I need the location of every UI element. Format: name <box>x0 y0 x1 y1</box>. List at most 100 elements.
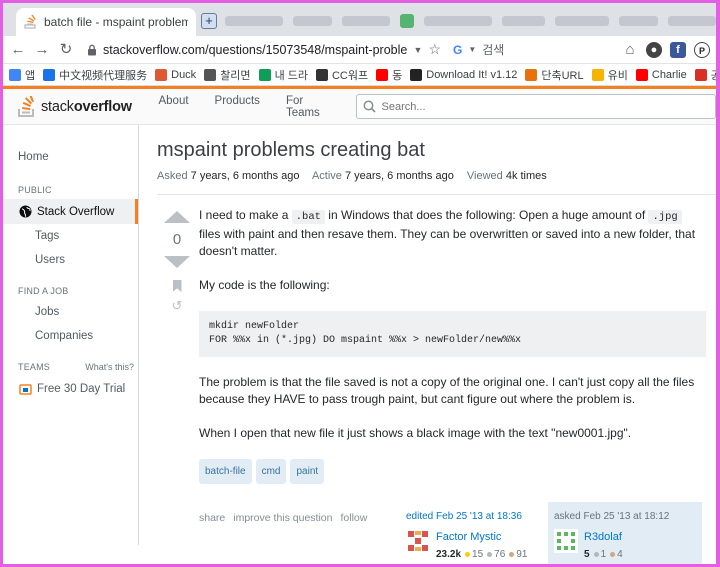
bookmark-label: CC워프 <box>331 69 369 82</box>
bookmark-favicon-icon <box>694 68 707 81</box>
editor-avatar[interactable] <box>406 529 430 553</box>
tab-title: batch file - mspaint problems cre <box>44 15 188 29</box>
address-bar[interactable]: stackoverflow.com/questions/15073548/msp… <box>81 39 447 61</box>
asker-avatar[interactable] <box>554 529 578 553</box>
extension-icons: ⌂ ● f P <box>622 41 710 58</box>
bookmark-label: 공시 <box>711 67 716 83</box>
sidebar-section-public: PUBLIC <box>18 185 52 195</box>
search-input[interactable] <box>381 100 709 113</box>
nav-about[interactable]: About <box>145 95 201 119</box>
question-post: 0 ↺ I need to make a .bat in Windows tha… <box>157 195 716 564</box>
google-icon: G <box>453 42 463 57</box>
bookmark-item[interactable]: 유비 <box>591 67 628 83</box>
history-icon[interactable]: ↺ <box>172 298 183 314</box>
facebook-icon[interactable]: f <box>670 41 686 58</box>
bookmark-item[interactable]: CC워프 <box>315 67 369 83</box>
tag-batch-file[interactable]: batch-file <box>199 459 252 484</box>
bookmark-label: Charlie <box>651 68 687 81</box>
bookmark-favicon-icon <box>258 68 271 81</box>
sidebar-item-companies[interactable]: Companies <box>3 324 138 348</box>
upvote-arrow-icon[interactable] <box>164 211 190 223</box>
briefcase-icon <box>19 384 32 395</box>
bookmark-item[interactable]: 中文视频代理服务 <box>43 67 147 83</box>
bookmark-star-icon[interactable]: ☆ <box>428 41 441 58</box>
tab-strip: batch file - mspaint problems cre + <box>3 3 716 36</box>
top-nav: About Products For Teams <box>145 95 347 119</box>
so-logo[interactable]: stackoverflow <box>9 92 145 122</box>
bookmark-item[interactable]: Duck <box>155 68 196 81</box>
question-title[interactable]: mspaint problems creating bat <box>157 139 716 162</box>
sidebar-item-home[interactable]: Home <box>3 143 138 171</box>
forward-arrow-icon[interactable]: → <box>33 41 51 59</box>
post-tags: batch-file cmd paint <box>199 459 706 484</box>
so-topbar: stackoverflow About Products For Teams <box>3 86 716 125</box>
bookmark-label: 동 <box>392 69 403 82</box>
tab-active[interactable]: batch file - mspaint problems cre <box>16 8 196 36</box>
back-arrow-icon[interactable]: ← <box>9 41 27 59</box>
blurred-tabs <box>225 12 716 30</box>
lock-icon <box>88 44 96 55</box>
post-body: I need to make a .bat in Windows that do… <box>197 207 716 564</box>
sidebar-item-label: Stack Overflow <box>37 205 115 218</box>
trial-label: Free 30 Day Trial <box>37 382 126 395</box>
browser-window: batch file - mspaint problems cre + ← → … <box>0 0 720 567</box>
inline-code: .bat <box>291 210 325 224</box>
sidebar-item-stack-overflow[interactable]: Stack Overflow <box>3 199 138 224</box>
sidebar-item-free-trial[interactable]: Free 30 Day Trial <box>3 376 138 401</box>
post-paragraph-2: My code is the following: <box>199 278 330 292</box>
new-tab-button[interactable]: + <box>201 13 217 29</box>
nav-products[interactable]: Products <box>202 95 273 119</box>
tag-paint[interactable]: paint <box>290 459 325 484</box>
reload-icon[interactable]: ↻ <box>57 41 75 59</box>
asker-reputation: 514 <box>584 549 623 560</box>
bookmark-item[interactable]: 단축URL <box>525 67 584 83</box>
bookmark-item[interactable]: 찰리면 <box>204 67 251 83</box>
editor-reputation: 23.2k 15 76 91 <box>436 549 528 560</box>
post-paragraph-3: The problem is that the file saved is no… <box>199 375 695 406</box>
page-body: Home PUBLIC Stack Overflow Tags Users FI… <box>3 125 716 564</box>
sidebar-item-tags[interactable]: Tags <box>3 224 138 248</box>
share-link[interactable]: share <box>199 510 225 527</box>
bookmark-item[interactable]: 내 드라 <box>258 67 308 83</box>
improve-link[interactable]: improve this question <box>233 510 332 527</box>
asker-card: asked Feb 25 '13 at 18:12 R3dolaf 5 1 4 <box>548 502 702 564</box>
sidebar-section-teams: TEAMS What's this? <box>18 362 134 372</box>
bookmark-item[interactable]: 동 <box>376 67 402 83</box>
bookmark-item[interactable]: Charlie <box>635 68 687 81</box>
whats-this-link[interactable]: What's this? <box>85 362 134 372</box>
stackoverflow-logo-icon <box>18 95 34 117</box>
edited-time[interactable]: edited Feb 25 '13 at 18:36 <box>406 508 538 525</box>
tag-cmd[interactable]: cmd <box>255 459 287 484</box>
home-icon[interactable]: ⌂ <box>622 41 638 58</box>
stackoverflow-favicon-icon <box>24 15 36 29</box>
extension-p-icon[interactable]: P <box>694 41 710 58</box>
follow-link[interactable]: follow <box>340 510 367 527</box>
bookmark-icon[interactable] <box>172 280 182 292</box>
bookmark-item[interactable]: Download It! v1.12 <box>410 68 518 81</box>
bookmark-item[interactable]: 앱 <box>9 67 35 83</box>
bookmark-favicon-icon <box>9 68 21 81</box>
asker-name[interactable]: R3dolaf <box>584 529 623 546</box>
bookmark-item[interactable]: 공시 <box>694 67 716 83</box>
inline-code: .jpg <box>648 210 682 224</box>
sidebar-item-users[interactable]: Users <box>3 248 138 272</box>
dropdown-caret-icon[interactable]: ▼ <box>414 45 423 55</box>
active-value[interactable]: 7 years, 6 months ago <box>345 170 454 182</box>
bookmark-label: 내 드라 <box>274 69 308 82</box>
extension-mask-icon[interactable]: ● <box>646 41 662 58</box>
bookmark-favicon-icon <box>315 68 328 81</box>
editor-name[interactable]: Factor Mystic <box>436 529 527 546</box>
browser-toolbar: ← → ↻ stackoverflow.com/questions/150735… <box>3 36 716 64</box>
nav-for-teams[interactable]: For Teams <box>273 95 348 119</box>
bookmark-favicon-icon <box>635 68 648 81</box>
downvote-arrow-icon[interactable] <box>164 256 190 268</box>
site-search[interactable] <box>355 94 716 119</box>
bookmark-label: Download It! v1.12 <box>426 68 518 81</box>
engine-caret-icon: ▼ <box>468 45 477 54</box>
bookmark-favicon-icon <box>155 68 168 81</box>
search-engine-box[interactable]: G ▼ 검색 <box>453 41 583 58</box>
sidebar-item-jobs[interactable]: Jobs <box>3 300 138 324</box>
bookmark-label: 앱 <box>25 69 36 82</box>
bookmark-favicon-icon <box>525 68 538 81</box>
bookmark-label: 中文视频代理服务 <box>59 69 148 82</box>
